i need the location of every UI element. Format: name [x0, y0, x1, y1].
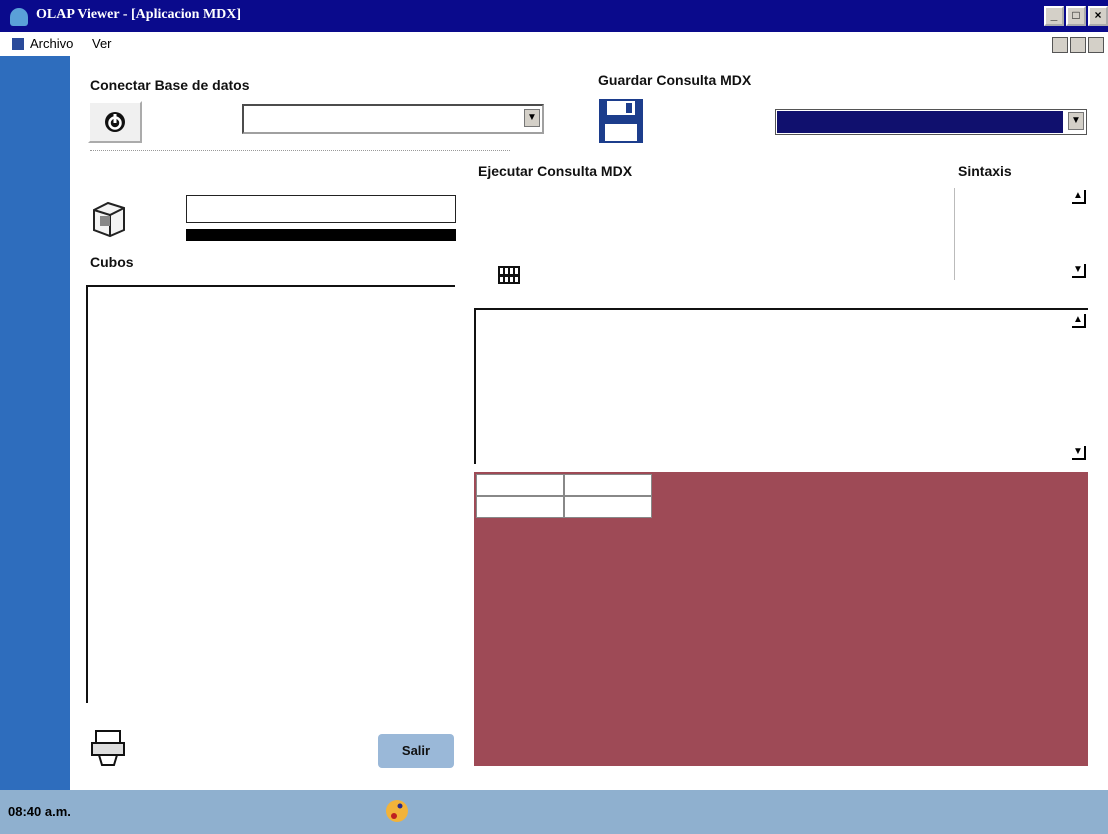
app-icon — [10, 8, 28, 26]
window-title: OLAP Viewer - [Aplicacion MDX] — [36, 7, 242, 22]
grid-cell[interactable] — [476, 496, 564, 518]
exit-button[interactable]: Salir — [378, 734, 454, 768]
progress-bar — [186, 229, 456, 241]
divider — [90, 150, 510, 151]
database-select[interactable]: ▼ — [242, 104, 544, 134]
grid-cell[interactable] — [564, 496, 652, 518]
scroll-up-icon[interactable]: ▲ — [1072, 314, 1086, 328]
close-button[interactable]: × — [1088, 6, 1108, 26]
document-icon — [12, 38, 24, 50]
status-time: 08:40 a.m. — [8, 804, 71, 819]
grid-cell[interactable] — [476, 474, 564, 496]
cube-icon — [93, 201, 125, 238]
save-button[interactable] — [598, 98, 644, 144]
scroll-up-icon[interactable]: ▲ — [1072, 190, 1086, 204]
connect-label: Conectar Base de datos — [90, 77, 250, 93]
mdi-minimize-button[interactable] — [1052, 37, 1068, 53]
syntax-label: Sintaxis — [958, 163, 1012, 179]
power-icon — [105, 112, 125, 132]
menu-ver[interactable]: Ver — [92, 36, 112, 51]
mdi-close-button[interactable] — [1088, 37, 1104, 53]
cube-name-input[interactable] — [186, 195, 456, 223]
printer-icon — [91, 730, 125, 766]
syntax-textarea[interactable]: ▲ ▼ — [954, 188, 1086, 280]
floppy-disk-icon — [599, 99, 643, 143]
query-editor[interactable]: ▲ ▼ — [474, 308, 1088, 464]
save-label: Guardar Consulta MDX — [598, 72, 752, 88]
cubes-list[interactable] — [86, 285, 455, 703]
chevron-down-icon[interactable]: ▼ — [1068, 112, 1084, 130]
side-panel — [0, 56, 70, 790]
cube-button[interactable] — [90, 198, 128, 238]
saved-query-value — [777, 111, 1063, 133]
minimize-button[interactable]: _ — [1044, 6, 1064, 26]
saved-query-select[interactable]: ▼ — [775, 109, 1087, 135]
execute-label: Ejecutar Consulta MDX — [478, 163, 633, 179]
scroll-down-icon[interactable]: ▼ — [1072, 446, 1086, 460]
maximize-button[interactable]: □ — [1066, 6, 1086, 26]
print-button[interactable] — [90, 728, 126, 768]
menu-archivo[interactable]: Archivo — [30, 36, 73, 51]
mdi-restore-button[interactable] — [1070, 37, 1086, 53]
menu-bar: Archivo Ver — [0, 32, 1108, 56]
cubes-label: Cubos — [90, 254, 134, 270]
chevron-down-icon[interactable]: ▼ — [524, 109, 540, 127]
results-grid[interactable] — [474, 472, 1088, 766]
title-bar: OLAP Viewer - [Aplicacion MDX] _ □ × — [0, 0, 1108, 32]
execute-button[interactable] — [498, 264, 520, 286]
connect-button[interactable] — [88, 101, 142, 143]
scroll-down-icon[interactable]: ▼ — [1072, 264, 1086, 278]
execute-icon — [498, 266, 520, 284]
status-bar: 08:40 a.m. — [0, 790, 1108, 834]
grid-cell[interactable] — [564, 474, 652, 496]
tray-icon[interactable] — [384, 798, 410, 824]
